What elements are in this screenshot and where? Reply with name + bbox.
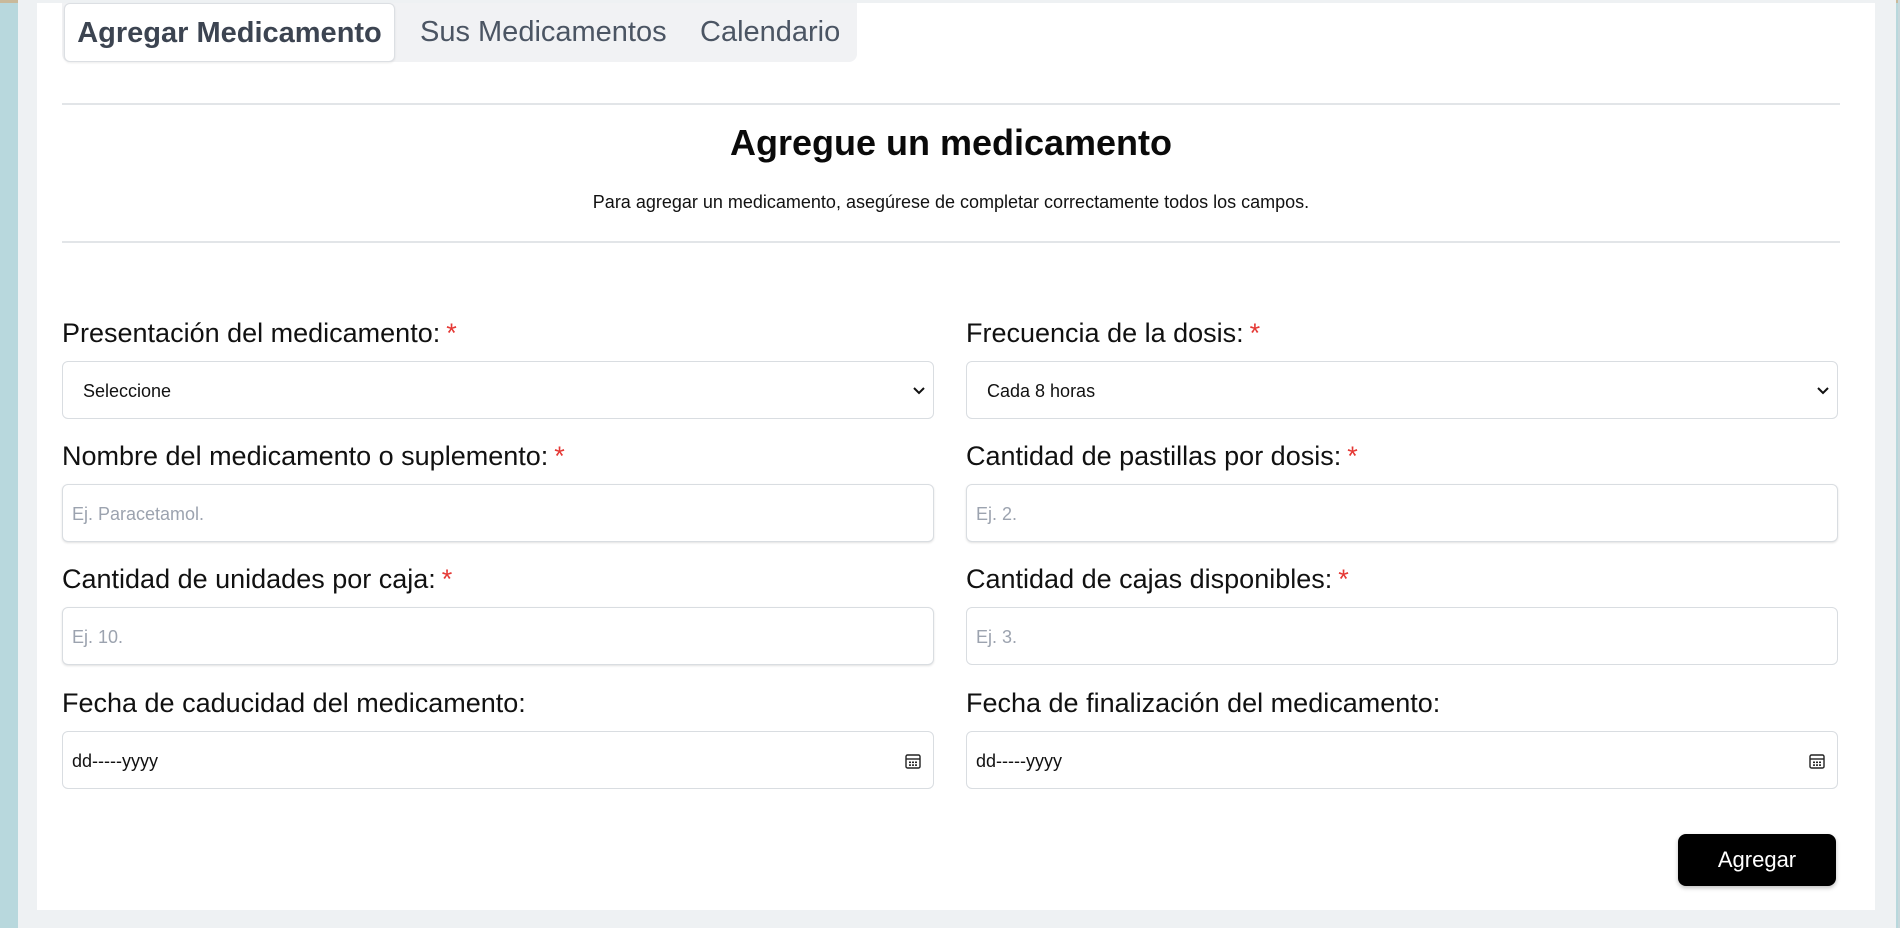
required-marker: *	[1338, 564, 1349, 594]
tab-bar: Agregar Medicamento Sus Medicamentos Cal…	[62, 3, 857, 62]
agregar-button[interactable]: Agregar	[1678, 834, 1836, 886]
page-background: Agregar Medicamento Sus Medicamentos Cal…	[18, 0, 1896, 928]
presentation-label: Presentación del medicamento: *	[62, 318, 457, 349]
divider-top	[62, 103, 1840, 105]
divider-bottom	[62, 241, 1840, 243]
expiry-date-value: dd-----yyyy	[72, 751, 158, 771]
units-per-box-input[interactable]: Ej. 10.	[62, 607, 934, 665]
required-marker: *	[1249, 318, 1261, 348]
chevron-down-icon	[913, 387, 925, 395]
medication-name-input[interactable]: Ej. Paracetamol.	[62, 484, 934, 542]
pills-per-dose-input[interactable]: Ej. 2.	[966, 484, 1838, 542]
pills-per-dose-placeholder: Ej. 2.	[976, 504, 1018, 524]
main-card: Agregar Medicamento Sus Medicamentos Cal…	[37, 3, 1875, 910]
required-marker: *	[441, 564, 453, 594]
presentation-label-text: Presentación del medicamento:	[62, 318, 441, 348]
expiry-date-input[interactable]: dd-----yyyy	[62, 731, 934, 789]
boxes-available-input[interactable]: Ej. 3.	[966, 607, 1838, 665]
medication-name-placeholder: Ej. Paracetamol.	[72, 504, 205, 524]
calendar-icon[interactable]	[1808, 752, 1826, 770]
end-date-label-text: Fecha de finalización del medicamento:	[966, 688, 1441, 718]
boxes-available-placeholder: Ej. 3.	[976, 627, 1018, 647]
presentation-select-value: Seleccione	[83, 381, 172, 401]
units-per-box-placeholder: Ej. 10.	[72, 627, 124, 647]
end-date-label: Fecha de finalización del medicamento:	[966, 688, 1440, 719]
expiry-date-label-text: Fecha de caducidad del medicamento:	[62, 688, 526, 718]
units-per-box-label: Cantidad de unidades por caja: *	[62, 564, 452, 595]
required-marker: *	[446, 318, 457, 348]
frequency-select[interactable]: Cada 8 horas	[966, 361, 1838, 419]
end-date-value: dd-----yyyy	[976, 751, 1062, 771]
frequency-label-text: Frecuencia de la dosis:	[966, 318, 1244, 348]
boxes-available-label-text: Cantidad de cajas disponibles:	[966, 564, 1333, 594]
tab-calendario[interactable]: Calendario	[700, 3, 840, 62]
chevron-down-icon	[1817, 387, 1829, 395]
page-title: Agregue un medicamento	[729, 122, 1173, 163]
frequency-label: Frecuencia de la dosis: *	[966, 318, 1260, 349]
tab-sus-medicamentos[interactable]: Sus Medicamentos	[420, 3, 667, 62]
calendar-icon[interactable]	[904, 752, 922, 770]
pills-per-dose-label-text: Cantidad de pastillas por dosis:	[966, 441, 1342, 471]
end-date-input[interactable]: dd-----yyyy	[966, 731, 1838, 789]
required-marker: *	[554, 441, 565, 471]
page-subtitle: Para agregar un medicamento, asegúrese d…	[592, 192, 1310, 212]
name-label-text: Nombre del medicamento o suplemento:	[62, 441, 549, 471]
pills-per-dose-label: Cantidad de pastillas por dosis: *	[966, 441, 1358, 472]
required-marker: *	[1347, 441, 1358, 471]
expiry-date-label: Fecha de caducidad del medicamento:	[62, 688, 526, 719]
frequency-select-value: Cada 8 horas	[987, 381, 1096, 401]
name-label: Nombre del medicamento o suplemento: *	[62, 441, 565, 472]
presentation-select[interactable]: Seleccione	[62, 361, 934, 419]
units-per-box-label-text: Cantidad de unidades por caja:	[62, 564, 436, 594]
boxes-available-label: Cantidad de cajas disponibles: *	[966, 564, 1349, 595]
tab-agregar-medicamento[interactable]: Agregar Medicamento	[64, 3, 395, 62]
